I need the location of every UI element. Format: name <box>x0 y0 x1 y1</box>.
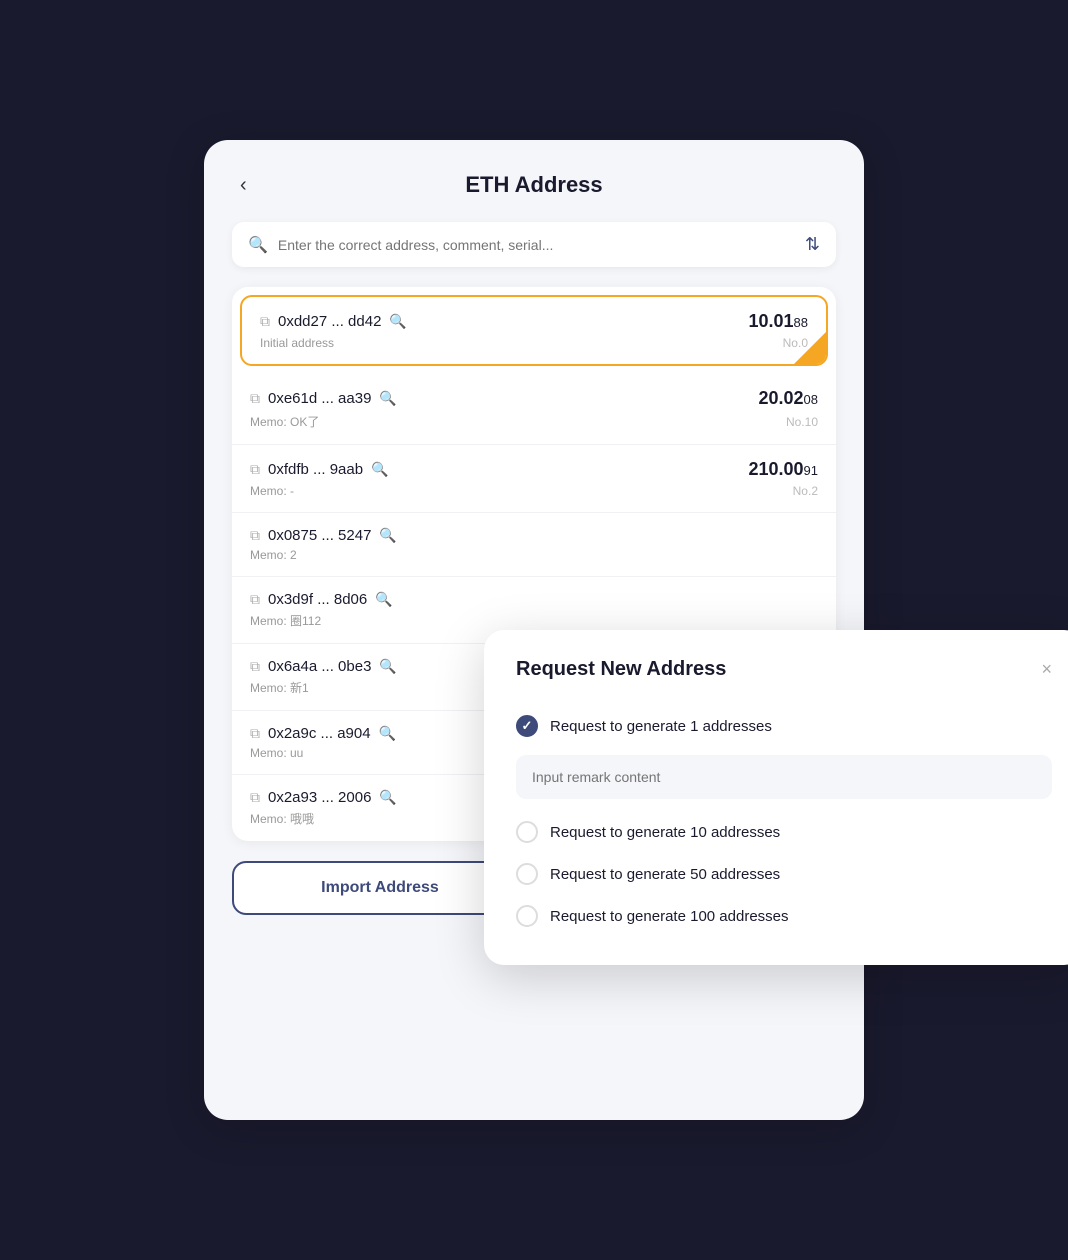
address-item[interactable]: ⧉ 0x0875 ... 5247 🔍 Memo: 2 <box>232 513 836 577</box>
address-search-icon[interactable]: 🔍 <box>379 658 396 675</box>
address-label: Memo: 哦哦 <box>250 810 314 827</box>
address-num: No.2 <box>793 484 818 498</box>
radio-label: Request to generate 50 addresses <box>550 866 780 883</box>
radio-label: Request to generate 1 addresses <box>550 718 772 735</box>
address-text: 0x2a9c ... a904 <box>268 725 371 742</box>
address-text: 0xfdfb ... 9aab <box>268 461 363 478</box>
address-amount: 20.0208 <box>758 388 818 409</box>
copy-icon[interactable]: ⧉ <box>250 789 260 806</box>
address-item[interactable]: ⧉ 0xe61d ... aa39 🔍 20.0208 Memo: OK了 No… <box>232 374 836 445</box>
radio-label: Request to generate 100 addresses <box>550 908 789 925</box>
header: ‹ ETH Address <box>232 172 836 198</box>
address-text: 0x3d9f ... 8d06 <box>268 591 367 608</box>
copy-icon[interactable]: ⧉ <box>250 527 260 544</box>
address-label: Memo: OK了 <box>250 413 319 430</box>
address-search-icon[interactable]: 🔍 <box>379 527 396 544</box>
copy-icon[interactable]: ⧉ <box>250 658 260 675</box>
filter-icon[interactable]: ⇅ <box>805 234 820 255</box>
radio-circle <box>516 715 538 737</box>
modal-options: Request to generate 1 addresses Request … <box>516 705 1052 937</box>
copy-icon[interactable]: ⧉ <box>250 725 260 742</box>
address-text: 0xe61d ... aa39 <box>268 390 371 407</box>
active-corner <box>794 332 826 364</box>
radio-label: Request to generate 10 addresses <box>550 824 780 841</box>
address-search-icon[interactable]: 🔍 <box>379 725 396 742</box>
address-text: 0x0875 ... 5247 <box>268 527 371 544</box>
copy-icon[interactable]: ⧉ <box>250 390 260 407</box>
address-label: Memo: 圈112 <box>250 612 321 629</box>
radio-circle <box>516 863 538 885</box>
search-icon: 🔍 <box>248 235 268 255</box>
address-search-icon[interactable]: 🔍 <box>389 313 406 330</box>
radio-option[interactable]: Request to generate 100 addresses <box>516 895 1052 937</box>
address-item[interactable]: ⧉ 0xdd27 ... dd42 🔍 10.0188 Initial addr… <box>240 295 828 366</box>
address-label: Memo: 新1 <box>250 679 309 696</box>
address-text: 0xdd27 ... dd42 <box>278 313 381 330</box>
copy-icon[interactable]: ⧉ <box>250 461 260 478</box>
address-label: Memo: uu <box>250 746 303 760</box>
address-label: Memo: 2 <box>250 548 297 562</box>
page-title: ETH Address <box>465 172 602 198</box>
copy-icon[interactable]: ⧉ <box>250 591 260 608</box>
copy-icon[interactable]: ⧉ <box>260 313 270 330</box>
radio-circle <box>516 905 538 927</box>
address-num: No.10 <box>786 415 818 429</box>
request-address-modal: Request New Address × Request to generat… <box>484 630 1068 965</box>
address-item[interactable]: ⧉ 0xfdfb ... 9aab 🔍 210.0091 Memo: - No.… <box>232 445 836 513</box>
radio-option[interactable]: Request to generate 1 addresses <box>516 705 1052 747</box>
address-search-icon[interactable]: 🔍 <box>379 390 396 407</box>
address-search-icon[interactable]: 🔍 <box>375 591 392 608</box>
address-text: 0x2a93 ... 2006 <box>268 789 371 806</box>
address-label: Initial address <box>260 336 334 350</box>
main-card: ‹ ETH Address 🔍 ⇅ ⧉ 0xdd27 ... dd42 🔍 10… <box>204 140 864 1120</box>
address-search-icon[interactable]: 🔍 <box>371 461 388 478</box>
address-search-icon[interactable]: 🔍 <box>379 789 396 806</box>
modal-header: Request New Address × <box>516 658 1052 681</box>
modal-close-button[interactable]: × <box>1041 659 1052 680</box>
search-input[interactable] <box>278 237 795 253</box>
address-label: Memo: - <box>250 484 294 498</box>
radio-option[interactable]: Request to generate 10 addresses <box>516 811 1052 853</box>
search-bar: 🔍 ⇅ <box>232 222 836 267</box>
radio-option[interactable]: Request to generate 50 addresses <box>516 853 1052 895</box>
address-text: 0x6a4a ... 0be3 <box>268 658 371 675</box>
address-amount: 10.0188 <box>748 311 808 332</box>
modal-title: Request New Address <box>516 658 726 681</box>
radio-circle <box>516 821 538 843</box>
address-amount: 210.0091 <box>748 459 818 480</box>
back-button[interactable]: ‹ <box>232 170 255 201</box>
remark-input[interactable] <box>516 755 1052 799</box>
